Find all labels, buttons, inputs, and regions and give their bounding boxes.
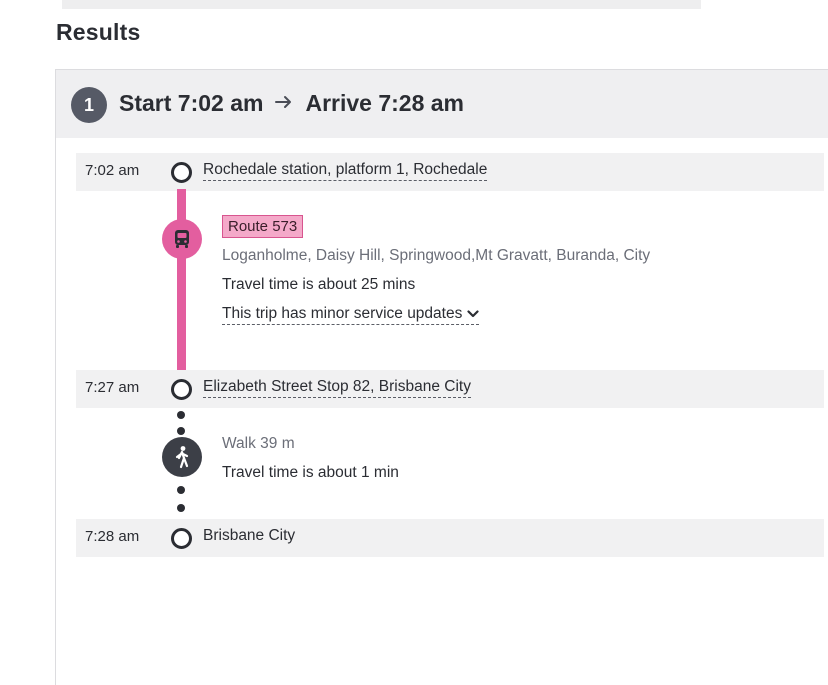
trip-start-time: Start 7:02 am: [119, 90, 264, 116]
route-via: Loganholme, Daisy Hill, Springwood,Mt Gr…: [222, 247, 651, 264]
bus-travel-time: Travel time is about 25 mins: [222, 276, 416, 293]
walking-person-icon: [162, 437, 202, 477]
service-updates-label: This trip has minor service updates: [222, 305, 463, 322]
arrow-right-icon: [275, 92, 293, 115]
trip-number-badge: 1: [71, 87, 107, 123]
service-updates-toggle[interactable]: This trip has minor service updates: [222, 305, 480, 325]
stop-time: 7:28 am: [85, 528, 140, 545]
stop-name: Brisbane City: [203, 527, 296, 544]
stop-row-origin: 7:02 am Rochedale station, platform 1, R…: [76, 153, 824, 191]
bus-route-line: [177, 189, 186, 370]
bus-icon: [162, 219, 202, 259]
trip-header[interactable]: 1 Start 7:02 am Arrive 7:28 am: [56, 70, 828, 138]
walk-travel-time: Travel time is about 1 min: [222, 464, 399, 481]
walk-distance: Walk 39 m: [222, 435, 295, 452]
stop-name-link[interactable]: Rochedale station, platform 1, Rochedale: [203, 161, 488, 181]
top-panel-strip: [62, 0, 701, 9]
stop-marker-icon: [171, 162, 192, 183]
results-heading: Results: [56, 19, 141, 45]
stop-marker-icon: [171, 528, 192, 549]
walk-path-dot: [177, 427, 185, 435]
walk-path-dot: [177, 504, 185, 512]
stop-row-destination: 7:28 am Brisbane City: [76, 519, 824, 557]
trip-summary: Start 7:02 am Arrive 7:28 am: [119, 90, 464, 117]
trip-arrive-time: Arrive 7:28 am: [305, 90, 465, 116]
stop-time: 7:27 am: [85, 379, 140, 396]
walk-path-dot: [177, 411, 185, 419]
stop-name-link[interactable]: Elizabeth Street Stop 82, Brisbane City: [203, 378, 471, 398]
trip-result-card: 1 Start 7:02 am Arrive 7:28 am 7:02 am R…: [55, 69, 828, 685]
stop-marker-icon: [171, 379, 192, 400]
walk-path-dot: [177, 486, 185, 494]
chevron-down-icon: [467, 305, 479, 323]
stop-row-transfer: 7:27 am Elizabeth Street Stop 82, Brisba…: [76, 370, 824, 408]
stop-time: 7:02 am: [85, 162, 140, 179]
route-badge: Route 573: [222, 215, 304, 238]
